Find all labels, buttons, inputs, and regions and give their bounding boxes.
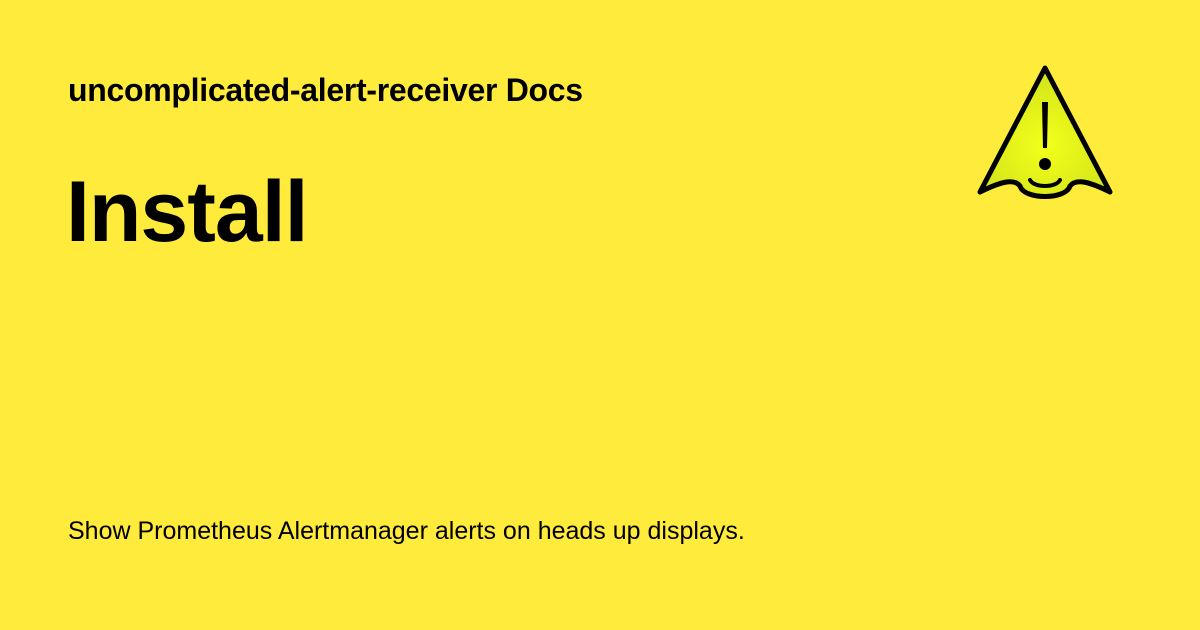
- page-description: Show Prometheus Alertmanager alerts on h…: [68, 517, 745, 545]
- exclamation-dot: [1039, 158, 1051, 170]
- site-name: uncomplicated-alert-receiver Docs: [68, 72, 583, 108]
- exclamation-bar: [1042, 102, 1048, 148]
- social-card: uncomplicated-alert-receiver Docs Instal…: [0, 0, 1200, 630]
- warning-triangle-icon: [977, 65, 1113, 199]
- page-title: Install: [66, 164, 309, 260]
